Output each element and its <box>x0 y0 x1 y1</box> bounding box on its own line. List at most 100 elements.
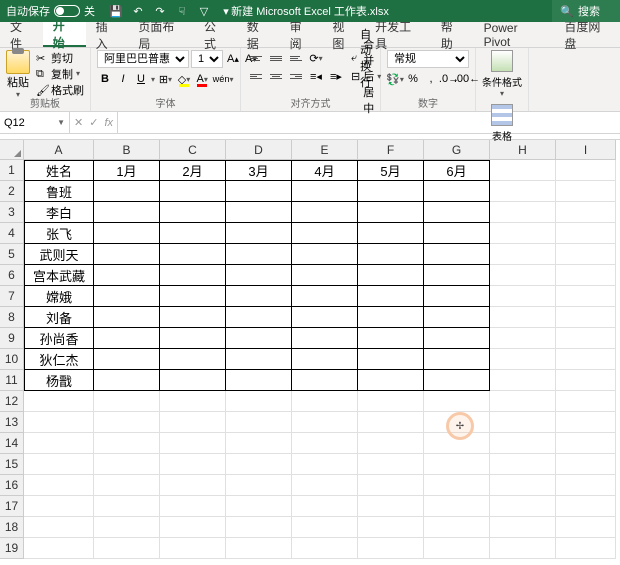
fill-color-button[interactable]: ◇▾ <box>176 70 192 88</box>
cell-D19[interactable] <box>226 538 292 559</box>
row-header-10[interactable]: 10 <box>0 349 24 370</box>
row-header-15[interactable]: 15 <box>0 454 24 475</box>
row-header-17[interactable]: 17 <box>0 496 24 517</box>
cell-D6[interactable] <box>226 265 292 286</box>
cell-I16[interactable] <box>556 475 616 496</box>
cell-A17[interactable] <box>24 496 94 517</box>
cell-H11[interactable] <box>490 370 556 391</box>
cell-H10[interactable] <box>490 349 556 370</box>
cell-G10[interactable] <box>424 349 490 370</box>
cell-C7[interactable] <box>160 286 226 307</box>
cell-E3[interactable] <box>292 202 358 223</box>
cell-I19[interactable] <box>556 538 616 559</box>
cell-B6[interactable] <box>94 265 160 286</box>
enter-icon[interactable]: ✓ <box>89 116 98 129</box>
row-header-6[interactable]: 6 <box>0 265 24 286</box>
cell-D13[interactable] <box>226 412 292 433</box>
underline-button[interactable]: U <box>133 70 149 88</box>
cell-D2[interactable] <box>226 181 292 202</box>
cell-B11[interactable] <box>94 370 160 391</box>
cell-H8[interactable] <box>490 307 556 328</box>
cell-I6[interactable] <box>556 265 616 286</box>
cell-A10[interactable]: 狄仁杰 <box>24 349 94 370</box>
cell-F7[interactable] <box>358 286 424 307</box>
cell-F19[interactable] <box>358 538 424 559</box>
row-header-11[interactable]: 11 <box>0 370 24 391</box>
border-button[interactable]: ⊞▾ <box>157 70 174 88</box>
cell-C14[interactable] <box>160 433 226 454</box>
row-header-12[interactable]: 12 <box>0 391 24 412</box>
conditional-format-button[interactable]: 条件格式▾ <box>482 50 522 98</box>
search-box[interactable]: 🔍 搜索 <box>552 0 620 22</box>
cell-B5[interactable] <box>94 244 160 265</box>
cell-F10[interactable] <box>358 349 424 370</box>
row-header-5[interactable]: 5 <box>0 244 24 265</box>
row-header-3[interactable]: 3 <box>0 202 24 223</box>
cell-C2[interactable] <box>160 181 226 202</box>
cell-H7[interactable] <box>490 286 556 307</box>
cell-D17[interactable] <box>226 496 292 517</box>
cell-D11[interactable] <box>226 370 292 391</box>
tab-Power Pivot[interactable]: Power Pivot <box>474 22 555 47</box>
cell-E5[interactable] <box>292 244 358 265</box>
cell-F9[interactable] <box>358 328 424 349</box>
cell-E11[interactable] <box>292 370 358 391</box>
cell-C16[interactable] <box>160 475 226 496</box>
orientation-button[interactable]: ⟳▾ <box>307 50 325 66</box>
cell-D16[interactable] <box>226 475 292 496</box>
cell-F11[interactable] <box>358 370 424 391</box>
cell-B13[interactable] <box>94 412 160 433</box>
cell-I1[interactable] <box>556 160 616 181</box>
cell-E7[interactable] <box>292 286 358 307</box>
cell-E9[interactable] <box>292 328 358 349</box>
cell-A15[interactable] <box>24 454 94 475</box>
cell-G19[interactable] <box>424 538 490 559</box>
cell-grid[interactable]: 姓名1月2月3月4月5月6月鲁班李白张飞武则天宫本武藏嫦娥刘备孙尚香狄仁杰杨戬 <box>24 160 616 559</box>
tab-帮助[interactable]: 帮助 <box>431 22 474 47</box>
cell-F17[interactable] <box>358 496 424 517</box>
column-header-E[interactable]: E <box>292 140 358 160</box>
cell-G15[interactable] <box>424 454 490 475</box>
cell-D3[interactable] <box>226 202 292 223</box>
cell-D15[interactable] <box>226 454 292 475</box>
column-header-I[interactable]: I <box>556 140 616 160</box>
cell-B16[interactable] <box>94 475 160 496</box>
font-color-button[interactable]: A▾ <box>194 70 210 88</box>
align-middle-button[interactable] <box>267 50 285 66</box>
cell-A9[interactable]: 孙尚香 <box>24 328 94 349</box>
cell-F8[interactable] <box>358 307 424 328</box>
cell-A4[interactable]: 张飞 <box>24 223 94 244</box>
cell-A8[interactable]: 刘备 <box>24 307 94 328</box>
cell-F4[interactable] <box>358 223 424 244</box>
cell-A6[interactable]: 宫本武藏 <box>24 265 94 286</box>
align-center-button[interactable] <box>267 68 285 84</box>
cell-D1[interactable]: 3月 <box>226 160 292 181</box>
cell-D5[interactable] <box>226 244 292 265</box>
cell-D12[interactable] <box>226 391 292 412</box>
cell-G7[interactable] <box>424 286 490 307</box>
tab-审阅[interactable]: 审阅 <box>280 22 323 47</box>
cell-C9[interactable] <box>160 328 226 349</box>
column-header-A[interactable]: A <box>24 140 94 160</box>
cell-B7[interactable] <box>94 286 160 307</box>
cell-H2[interactable] <box>490 181 556 202</box>
cell-C15[interactable] <box>160 454 226 475</box>
cell-B4[interactable] <box>94 223 160 244</box>
cell-I9[interactable] <box>556 328 616 349</box>
increase-indent-button[interactable]: ≡▸ <box>327 68 345 84</box>
cell-G3[interactable] <box>424 202 490 223</box>
cell-I5[interactable] <box>556 244 616 265</box>
cell-I12[interactable] <box>556 391 616 412</box>
cell-B15[interactable] <box>94 454 160 475</box>
cell-D9[interactable] <box>226 328 292 349</box>
cell-D7[interactable] <box>226 286 292 307</box>
cell-B12[interactable] <box>94 391 160 412</box>
copy-button[interactable]: ⧉复制▾ <box>36 66 84 81</box>
row-header-14[interactable]: 14 <box>0 433 24 454</box>
row-header-8[interactable]: 8 <box>0 307 24 328</box>
cell-E15[interactable] <box>292 454 358 475</box>
cell-I3[interactable] <box>556 202 616 223</box>
cell-G14[interactable] <box>424 433 490 454</box>
decrease-indent-button[interactable]: ≡◂ <box>307 68 325 84</box>
cell-B14[interactable] <box>94 433 160 454</box>
